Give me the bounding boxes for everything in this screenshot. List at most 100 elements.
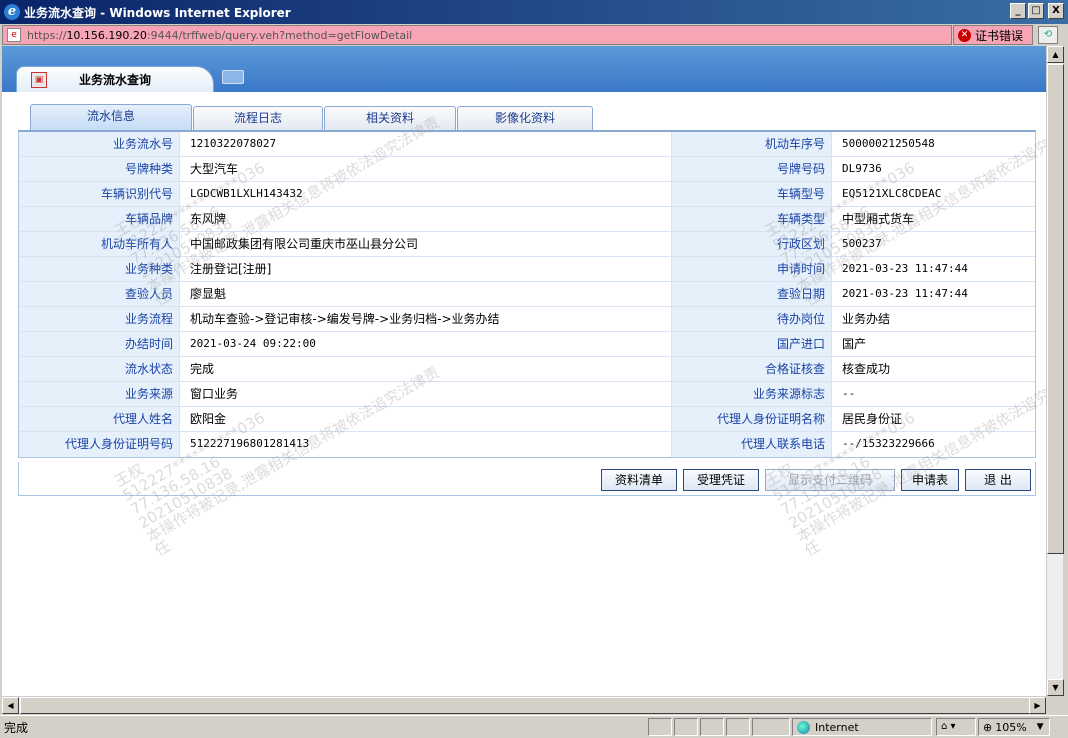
tab-related-materials[interactable]: 相关资料 (324, 106, 456, 130)
field-value: 50000021250548 (832, 132, 1035, 156)
action-bar: 资料清单 受理凭证 显示支付二维码 申请表 退 出 (18, 462, 1036, 496)
field-label: 国产进口 (672, 332, 832, 356)
status-cell (700, 718, 724, 736)
field-label: 查验日期 (672, 282, 832, 306)
horizontal-scrollbar[interactable]: ◀ ▶ (2, 696, 1046, 714)
vertical-scroll-thumb[interactable] (1047, 64, 1064, 554)
field-label: 业务流水号 (19, 132, 180, 156)
page-tab-label: 业务流水查询 (79, 73, 152, 87)
field-value: 廖显魁 (180, 282, 672, 306)
field-value: DL9736 (832, 157, 1035, 181)
info-row: 业务种类 注册登记[注册] 申请时间 2021-03-23 11:47:44 (19, 257, 1035, 282)
exit-button[interactable]: 退 出 (965, 469, 1031, 491)
field-value: 中国邮政集团有限公司重庆市巫山县分公司 (180, 232, 672, 256)
close-button[interactable]: X (1048, 3, 1064, 19)
field-label: 机动车所有人 (19, 232, 180, 256)
error-icon: ✕ (958, 28, 971, 42)
field-label: 待办岗位 (672, 307, 832, 331)
application-form-button[interactable]: 申请表 (901, 469, 959, 491)
page-header: ▣ 业务流水查询 (2, 46, 1046, 92)
status-cell (648, 718, 672, 736)
field-label: 流水状态 (19, 357, 180, 381)
flow-info-table: 业务流水号 1210322078027 机动车序号 50000021250548 号牌种… (18, 130, 1036, 458)
info-row: 查验人员 廖显魁 查验日期 2021-03-23 11:47:44 (19, 282, 1035, 307)
field-value: LGDCWB1LXLH143432 (180, 182, 672, 206)
field-value: 核查成功 (832, 357, 1035, 381)
address-text: https://10.156.190.20:9444/trffweb/query… (27, 29, 412, 42)
field-label: 业务来源标志 (672, 382, 832, 406)
field-value: 2021-03-23 11:47:44 (832, 257, 1035, 281)
field-label: 申请时间 (672, 257, 832, 281)
status-cell (726, 718, 750, 736)
info-row: 号牌种类 大型汽车 号牌号码 DL9736 (19, 157, 1035, 182)
field-value: 中型厢式货车 (832, 207, 1035, 231)
info-row: 办结时间 2021-03-24 09:22:00 国产进口 国产 (19, 332, 1035, 357)
info-row: 机动车所有人 中国邮政集团有限公司重庆市巫山县分公司 行政区划 500237 (19, 232, 1035, 257)
field-value: 业务办结 (832, 307, 1035, 331)
tab-process-log[interactable]: 流程日志 (193, 106, 323, 130)
vertical-scrollbar[interactable]: ▲ ▼ (1046, 46, 1064, 696)
field-label: 行政区划 (672, 232, 832, 256)
address-host: 10.156.190.20 (66, 28, 147, 42)
new-tab-icon[interactable] (222, 70, 244, 84)
field-label: 业务来源 (19, 382, 180, 406)
query-icon: ▣ (31, 71, 47, 88)
payment-qrcode-button[interactable]: 显示支付二维码 (765, 469, 895, 491)
scroll-up-icon[interactable]: ▲ (1047, 46, 1064, 63)
compatibility-icon[interactable]: ⟲ (1038, 26, 1058, 44)
address-path: :9444/trffweb/query.veh?method=getFlowDe… (146, 28, 413, 42)
field-value: 注册登记[注册] (180, 257, 672, 281)
field-value: --/15323229666 (832, 432, 1035, 457)
field-label: 车辆型号 (672, 182, 832, 206)
certificate-error-button[interactable]: ✕ 证书错误 (953, 25, 1033, 45)
tab-image-materials[interactable]: 影像化资料 (457, 106, 593, 130)
materials-list-button[interactable]: 资料清单 (601, 469, 677, 491)
certificate-error-label: 证书错误 (975, 28, 1024, 43)
field-value: 东风牌 (180, 207, 672, 231)
field-value: 512227196801281413 (180, 432, 672, 457)
field-label: 业务种类 (19, 257, 180, 281)
maximize-button[interactable]: □ (1028, 3, 1044, 19)
field-label: 查验人员 (19, 282, 180, 306)
field-label: 代理人联系电话 (672, 432, 832, 457)
window-titlebar: e 业务流水查询 - Windows Internet Explorer _ □… (0, 0, 1068, 24)
zone-label: Internet (815, 720, 859, 734)
scroll-left-icon[interactable]: ◀ (2, 697, 19, 714)
field-value: 欧阳金 (180, 407, 672, 431)
horizontal-scroll-thumb[interactable] (20, 697, 1030, 714)
field-value: 大型汽车 (180, 157, 672, 181)
subtab-bar: 流水信息 流程日志 相关资料 影像化资料 (30, 104, 594, 130)
field-label: 代理人身份证明名称 (672, 407, 832, 431)
field-value: 机动车查验->登记审核->编发号牌->业务归档->业务办结 (180, 307, 672, 331)
chevron-down-icon: ▼ (1036, 722, 1044, 732)
field-value: 居民身份证 (832, 407, 1035, 431)
info-row: 业务流程 机动车查验->登记审核->编发号牌->业务归档->业务办结 待办岗位 业务办… (19, 307, 1035, 332)
zoom-control[interactable]: ⊕ 105% ▼ (978, 718, 1050, 736)
field-label: 业务流程 (19, 307, 180, 331)
field-value: -- (832, 382, 1035, 406)
field-value: EQ5121XLC8CDEAC (832, 182, 1035, 206)
address-input[interactable]: e https://10.156.190.20:9444/trffweb/que… (2, 25, 952, 45)
receipt-button[interactable]: 受理凭证 (683, 469, 759, 491)
info-row: 车辆识别代号 LGDCWB1LXLH143432 车辆型号 EQ5121XLC8CDE… (19, 182, 1035, 207)
field-label: 代理人姓名 (19, 407, 180, 431)
field-label: 代理人身份证明号码 (19, 432, 180, 457)
info-row: 业务来源 窗口业务 业务来源标志 -- (19, 382, 1035, 407)
tab-flow-info[interactable]: 流水信息 (30, 104, 192, 130)
scroll-down-icon[interactable]: ▼ (1047, 679, 1064, 696)
ie-icon: e (4, 4, 20, 20)
status-cell (752, 718, 790, 736)
page-content: ▣ 业务流水查询 流水信息 流程日志 相关资料 影像化资料 业务流水号 12103… (2, 46, 1046, 696)
field-value: 窗口业务 (180, 382, 672, 406)
security-zone[interactable]: Internet (792, 718, 932, 736)
scroll-right-icon[interactable]: ▶ (1029, 697, 1046, 714)
field-value: 1210322078027 (180, 132, 672, 156)
protected-mode-icon[interactable]: ⌂ ▾ (936, 718, 976, 736)
minimize-button[interactable]: _ (1010, 3, 1026, 19)
info-row: 业务流水号 1210322078027 机动车序号 50000021250548 (19, 132, 1035, 157)
field-value: 2021-03-23 11:47:44 (832, 282, 1035, 306)
page-tab-flow-query[interactable]: ▣ 业务流水查询 (16, 66, 214, 92)
field-label: 号牌种类 (19, 157, 180, 181)
page-icon: e (7, 28, 21, 42)
globe-icon (797, 720, 810, 734)
